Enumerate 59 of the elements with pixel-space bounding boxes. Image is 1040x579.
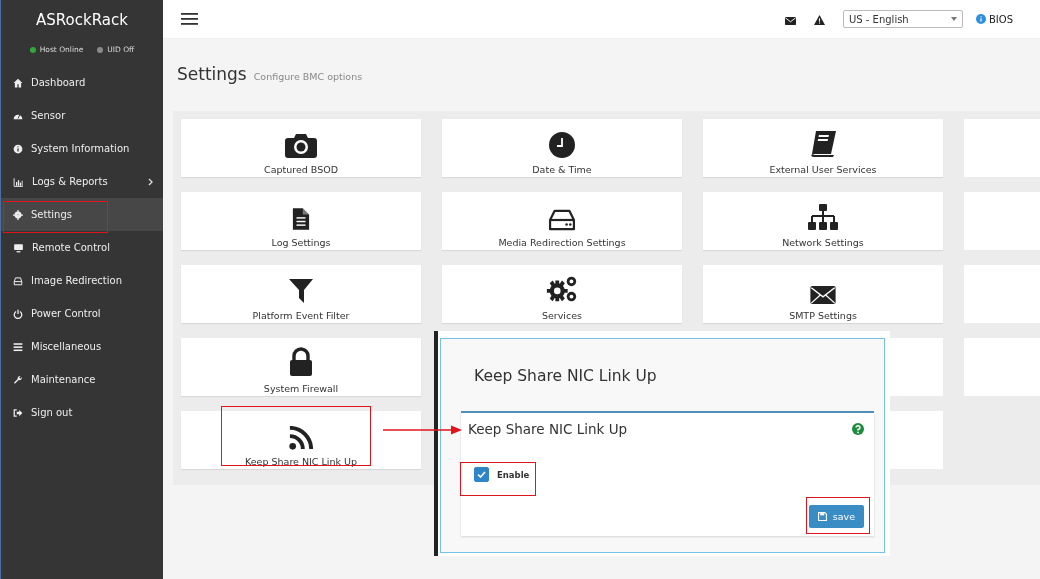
settings-card[interactable]: Log Settings	[181, 192, 421, 250]
envelope-icon	[784, 16, 796, 25]
exit-icon	[13, 407, 23, 418]
home-icon	[13, 77, 23, 88]
sidebar-item[interactable]: Sign out	[1, 396, 163, 429]
network-tree-icon	[807, 203, 839, 231]
settings-card[interactable]: Media Redirection Settings	[442, 192, 682, 250]
help-icon[interactable]	[852, 423, 864, 435]
settings-card[interactable]: Network Settings	[703, 192, 943, 250]
check-icon	[477, 471, 486, 478]
panel-title: Keep Share NIC Link Up	[468, 421, 628, 437]
hard-drive-icon	[548, 209, 576, 231]
sidebar-item[interactable]: Image Redirection	[1, 264, 163, 297]
settings-card[interactable]: Captured BSOD	[181, 119, 421, 177]
sidebar-item[interactable]: Remote Control	[1, 231, 163, 264]
sidebar-item[interactable]: Miscellaneous	[1, 330, 163, 363]
camera-icon	[285, 132, 317, 158]
drive-icon	[13, 275, 23, 286]
sidebar-item[interactable]: Power Control	[1, 297, 163, 330]
settings-card[interactable]: Date & Time	[442, 119, 682, 177]
settings-card[interactable]: Services	[442, 265, 682, 323]
settings-card[interactable]: External User Services	[703, 119, 943, 177]
menu-icon	[13, 341, 23, 352]
menu-icon[interactable]	[181, 13, 198, 25]
page-subtitle: Configure BMC options	[253, 71, 363, 82]
enable-checkbox[interactable]	[474, 467, 489, 482]
page-title: Settings	[177, 64, 247, 84]
sidebar-item[interactable]: Settings	[1, 198, 163, 231]
settings-card[interactable]: Platform Event Filter	[181, 265, 421, 323]
clock-icon	[549, 132, 575, 158]
monitor-icon	[13, 242, 24, 253]
settings-card[interactable]: Keep Share NIC Link Up	[181, 411, 421, 469]
highlight-frame	[806, 497, 870, 534]
warning-icon	[813, 14, 825, 25]
document-icon	[292, 207, 310, 231]
checkbox-label: Enable	[497, 469, 530, 480]
sidebar-item[interactable]: Dashboard	[1, 66, 163, 99]
settings-card[interactable]: System Firewall	[181, 338, 421, 396]
dialog-title: Keep Share NIC Link Up	[474, 366, 657, 386]
book-icon	[809, 130, 837, 158]
gears-icon	[545, 274, 579, 304]
lock-icon	[289, 347, 313, 377]
rss-icon	[289, 426, 313, 450]
info-icon	[13, 143, 23, 154]
filter-icon	[288, 278, 314, 304]
save-button[interactable]: save	[808, 505, 864, 528]
settings-card[interactable]: SMTP Settings	[703, 265, 943, 323]
envelope-icon	[810, 286, 836, 304]
sidebar-item[interactable]: System Information	[1, 132, 163, 165]
wrench-icon	[13, 374, 23, 385]
brand-name: ASRockRack	[35, 10, 129, 31]
language-select[interactable]: US - English	[842, 10, 963, 28]
sidebar-item[interactable]: Maintenance	[1, 363, 163, 396]
sidebar-item[interactable]: Sensor	[1, 99, 163, 132]
sidebar-item[interactable]: Logs & Reports	[1, 165, 163, 198]
info-icon	[975, 14, 986, 24]
power-icon	[13, 308, 23, 319]
bar-chart-icon	[13, 176, 24, 187]
bios-link[interactable]: BIOS	[975, 13, 1013, 25]
